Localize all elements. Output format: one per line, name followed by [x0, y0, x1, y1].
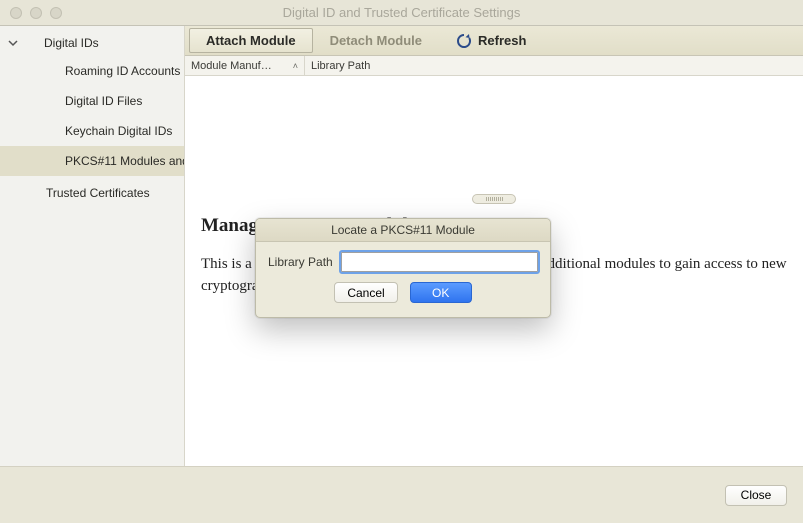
- close-window-icon[interactable]: [10, 7, 22, 19]
- library-path-input[interactable]: [341, 252, 538, 272]
- sort-ascending-icon: ˄: [293, 61, 298, 71]
- sidebar-item-label: Trusted Certificates: [46, 186, 150, 200]
- library-path-row: Library Path: [268, 252, 538, 272]
- footer: Close: [0, 466, 803, 523]
- button-label: OK: [432, 286, 449, 300]
- sidebar-item-label: Keychain Digital IDs: [65, 124, 172, 138]
- close-button[interactable]: Close: [725, 485, 787, 506]
- detach-module-button[interactable]: Detach Module: [313, 26, 439, 55]
- attach-module-button[interactable]: Attach Module: [189, 28, 313, 53]
- column-header-module-manufacturer[interactable]: Module Manuf… ˄: [185, 56, 305, 75]
- column-headers: Module Manuf… ˄ Library Path: [185, 56, 803, 76]
- ok-button[interactable]: OK: [410, 282, 472, 303]
- zoom-window-icon[interactable]: [50, 7, 62, 19]
- traffic-lights: [0, 7, 62, 19]
- refresh-button[interactable]: Refresh: [439, 26, 543, 55]
- sidebar-root-label: Digital IDs: [44, 36, 99, 50]
- column-label: Module Manuf…: [191, 60, 272, 72]
- settings-window: Digital ID and Trusted Certificate Setti…: [0, 0, 803, 523]
- locate-pkcs11-module-dialog: Locate a PKCS#11 Module Library Path Can…: [255, 218, 551, 318]
- sidebar-item-label: Roaming ID Accounts: [65, 64, 180, 78]
- titlebar: Digital ID and Trusted Certificate Setti…: [0, 0, 803, 26]
- button-label: Close: [741, 488, 772, 502]
- button-label: Detach Module: [330, 33, 422, 48]
- sidebar-item-pkcs11-modules[interactable]: PKCS#11 Modules and Tokens: [0, 146, 184, 176]
- sidebar-item-label: Digital ID Files: [65, 94, 142, 108]
- column-label: Library Path: [311, 60, 370, 72]
- dialog-body: Library Path Cancel OK: [256, 242, 550, 317]
- column-header-library-path[interactable]: Library Path: [305, 56, 803, 75]
- chevron-down-icon[interactable]: [6, 36, 20, 50]
- button-label: Refresh: [478, 33, 526, 48]
- sidebar-item-trusted-certificates[interactable]: Trusted Certificates: [0, 178, 184, 208]
- sidebar-item-keychain-digital-ids[interactable]: Keychain Digital IDs: [0, 116, 184, 146]
- dialog-title: Locate a PKCS#11 Module: [256, 219, 550, 242]
- sidebar-item-label: PKCS#11 Modules and Tokens: [65, 154, 184, 168]
- refresh-icon: [456, 33, 472, 49]
- sidebar-item-digital-id-files[interactable]: Digital ID Files: [0, 86, 184, 116]
- cancel-button[interactable]: Cancel: [334, 282, 397, 303]
- button-label: Attach Module: [206, 33, 296, 48]
- dialog-actions: Cancel OK: [268, 282, 538, 313]
- toolbar: Attach Module Detach Module Refresh: [185, 26, 803, 56]
- button-label: Cancel: [347, 286, 384, 300]
- minimize-window-icon[interactable]: [30, 7, 42, 19]
- sidebar-root-digital-ids[interactable]: Digital IDs: [0, 30, 184, 56]
- module-list[interactable]: [185, 76, 803, 198]
- sidebar: Digital IDs Roaming ID Accounts Digital …: [0, 26, 185, 466]
- library-path-label: Library Path: [268, 255, 333, 269]
- window-title: Digital ID and Trusted Certificate Setti…: [0, 5, 803, 20]
- sidebar-item-roaming-id-accounts[interactable]: Roaming ID Accounts: [0, 56, 184, 86]
